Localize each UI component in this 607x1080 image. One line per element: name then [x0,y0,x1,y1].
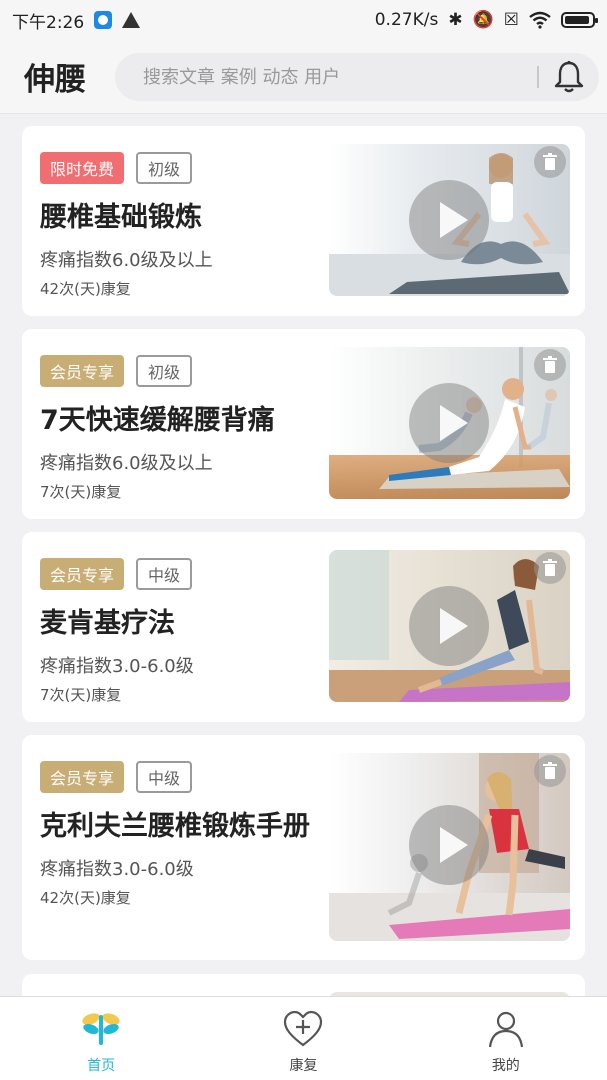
pain-index: 疼痛指数6.0级及以上 [40,453,213,474]
play-icon[interactable] [409,383,489,463]
vip-badge: 会员专享 [40,761,125,793]
status-time: 下午2:26 [12,12,85,33]
search-divider [537,66,539,88]
play-icon[interactable] [409,805,489,885]
recovery-days: 7次(天)康复 [40,483,122,501]
recovery-days: 42次(天)康复 [40,889,131,907]
mute-icon: 🔕 [472,10,494,30]
no-sim-icon: ☒ [503,10,519,30]
trash-icon[interactable] [534,552,566,584]
recovery-days: 42次(天)康复 [40,280,131,298]
status-bar: 下午2:26 0.27K/s ✱ 🔕 ☒ [0,0,607,40]
course-card[interactable]: 会员专享 初级 7天快速缓解腰背痛 疼痛指数6.0级及以上 7次(天)康复 [22,329,585,519]
trash-icon[interactable] [534,349,566,381]
nav-profile[interactable]: 我的 [446,997,566,1080]
trash-icon[interactable] [534,146,566,178]
network-speed: 0.27K/s [374,10,439,30]
course-title: 腰椎基础锻炼 [40,202,202,233]
search-input[interactable] [143,66,523,88]
course-thumbnail[interactable] [329,347,570,499]
vip-badge: 会员专享 [40,558,125,590]
battery-icon [561,12,598,28]
course-card[interactable]: 限时免费 初级 腰椎基础锻炼 疼痛指数6.0级及以上 42次(天)康复 [22,126,585,316]
pain-index: 疼痛指数3.0-6.0级 [40,859,194,880]
course-thumbnail[interactable] [329,144,570,296]
nav-recovery-label: 康复 [289,1058,318,1074]
recovery-days: 7次(天)康复 [40,686,122,704]
nav-recovery[interactable]: 康复 [243,997,363,1080]
play-icon[interactable] [409,586,489,666]
bell-icon[interactable] [551,59,587,95]
course-title: 7天快速缓解腰背痛 [40,405,275,436]
search-bar[interactable] [115,53,599,101]
free-badge: 限时免费 [40,152,125,184]
app-icon [94,11,113,29]
pain-index: 疼痛指数6.0级及以上 [40,250,213,271]
warning-icon [122,12,141,28]
heart-plus-icon [284,1010,323,1047]
nav-home[interactable]: 首页 [41,997,161,1080]
level-badge: 初级 [136,355,193,387]
level-badge: 初级 [136,152,193,184]
course-thumbnail[interactable] [329,550,570,702]
level-badge: 中级 [136,761,193,793]
play-icon[interactable] [409,180,489,260]
course-card[interactable]: 会员专享 中级 克利夫兰腰椎锻炼手册 疼痛指数3.0-6.0级 42次(天)康复 [22,735,585,960]
vip-badge: 会员专享 [40,355,125,387]
course-title: 克利夫兰腰椎锻炼手册 [40,811,310,842]
trash-icon[interactable] [534,755,566,787]
course-card[interactable]: 会员专享 中级 麦肯基疗法 疼痛指数3.0-6.0级 7次(天)康复 [22,532,585,722]
bluetooth-icon: ✱ [448,10,463,30]
pain-index: 疼痛指数3.0-6.0级 [40,656,194,677]
top-header: 伸腰 [0,40,607,114]
user-icon [488,1011,523,1048]
page-title: 伸腰 [24,62,86,98]
nav-home-label: 首页 [87,1058,116,1074]
nav-profile-label: 我的 [491,1058,520,1074]
level-badge: 中级 [136,558,193,590]
course-thumbnail[interactable] [329,753,570,941]
wifi-icon [529,11,551,29]
course-title: 麦肯基疗法 [40,608,175,639]
dragonfly-icon [82,1013,120,1045]
bottom-nav: 首页 康复 我的 [0,996,607,1080]
